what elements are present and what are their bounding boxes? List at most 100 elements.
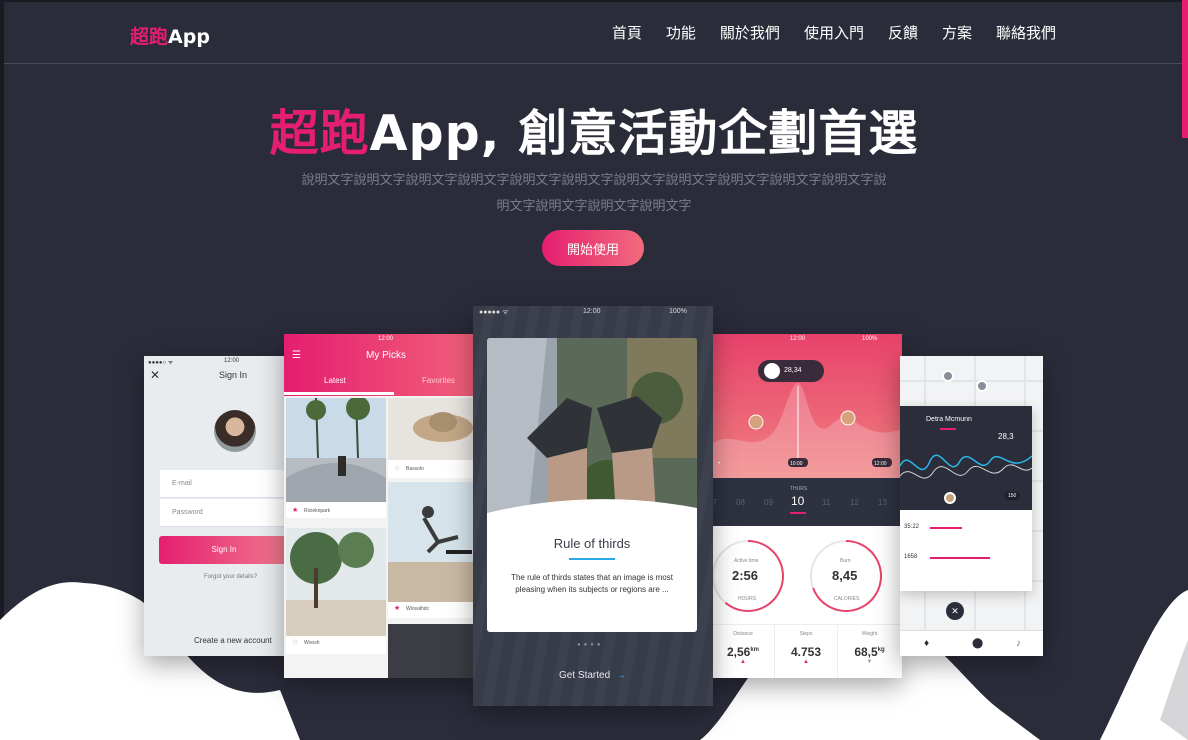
battery-level: 100%: [669, 308, 687, 315]
signin-button[interactable]: Sign In: [159, 536, 286, 564]
star-icon[interactable]: ★: [394, 604, 400, 612]
tab-favorites[interactable]: Favorites: [422, 376, 455, 385]
phone-signin-screen: ●●●●○ ᯤ 12:00 ✕ Sign In E-mail Password …: [144, 356, 286, 656]
forgot-link[interactable]: Forgot your details?: [204, 574, 257, 580]
bell-icon[interactable]: ♪: [1016, 638, 1021, 649]
star-icon[interactable]: ☆: [394, 464, 400, 472]
hero-title: 超跑App, 創意活動企劃首選: [0, 94, 1188, 165]
password-field[interactable]: Password: [160, 499, 286, 527]
runner-avatar: [944, 492, 956, 504]
summary-bar: Distance 2,56km ▲ Steps 4.753 ▲ Weight 6…: [712, 624, 902, 678]
brand-accent: 超跑: [130, 26, 169, 48]
distance-stat: Distance 2,56km ▲: [712, 625, 775, 678]
time-label: 10:00: [790, 461, 803, 467]
star-icon[interactable]: ☆: [292, 638, 298, 646]
pick-card[interactable]: ★ Wicealhdc: [388, 482, 476, 618]
star-icon[interactable]: ★: [292, 506, 298, 514]
palm-beach-image: [286, 528, 386, 636]
skatepark-image: [286, 398, 386, 502]
signal-icon: ●●●●● ᯤ: [479, 309, 509, 316]
brand-logo[interactable]: 超跑App: [130, 22, 210, 49]
day-item[interactable]: 13: [878, 498, 887, 507]
stat-label: Weight: [861, 631, 878, 637]
split-time: 35:22: [904, 524, 920, 530]
phone-picks-screen: 12:00 ☰ My Picks Latest Favorites ★ Rici…: [284, 334, 476, 678]
create-account-link[interactable]: Create a new account: [194, 636, 272, 645]
day-label: THURS: [790, 486, 808, 492]
runner-tag: 150: [1004, 492, 1021, 500]
pick-card[interactable]: [388, 624, 476, 678]
picks-header: 12:00 ☰ My Picks Latest Favorites: [284, 334, 476, 396]
stat-value: 4.753: [790, 645, 822, 659]
get-started-link[interactable]: Get Started →: [559, 670, 626, 681]
day-item-active[interactable]: 10: [791, 494, 804, 508]
day-item[interactable]: 09: [764, 498, 773, 507]
menu-icon[interactable]: ☰: [292, 350, 301, 361]
day-item[interactable]: 11: [822, 498, 830, 507]
nav-contact[interactable]: 聯絡我們: [996, 22, 1056, 43]
gauge-value: 8,45: [832, 568, 858, 583]
hat-image: [388, 398, 476, 460]
nav-feedback[interactable]: 反饋: [888, 22, 918, 43]
day-indicator: [790, 512, 806, 514]
pick-label: Woosh: [304, 640, 320, 646]
gauge-unit: CALORIES: [834, 596, 860, 602]
map-avatar[interactable]: [942, 370, 954, 382]
nav-features[interactable]: 功能: [666, 22, 696, 43]
gauge-label: Active time: [734, 558, 759, 564]
runner-chart: Detra Mcmunn 28,3 150: [900, 406, 1032, 510]
day-item[interactable]: 08: [736, 498, 745, 507]
stat-value: 2,56km: [726, 645, 760, 659]
triangle-icon: ▼: [866, 659, 873, 665]
nav-links: 首頁 功能 關於我們 使用入門 反饋 方案 聯絡我們: [612, 22, 1056, 43]
card-text: The rule of thirds states that an image …: [511, 573, 673, 594]
steps-stat: Steps 4.753 ▲: [775, 625, 838, 678]
sneakers-photo: [487, 338, 697, 530]
pick-card[interactable]: ☆ Woosh: [286, 528, 386, 654]
email-field[interactable]: E-mail: [160, 470, 286, 498]
navbar: 超跑App 首頁 功能 關於我們 使用入門 反饋 方案 聯絡我們: [4, 2, 1182, 64]
nav-home[interactable]: 首頁: [612, 22, 642, 43]
pick-label: Wicealhdc: [406, 606, 430, 612]
shoe-icon: [764, 363, 780, 379]
day-selector: THURS 07 08 09 10 11 12 13: [712, 478, 902, 526]
hero-title-rest: App, 創意活動企劃首選: [369, 105, 919, 162]
stats-panel: Active time 2:56 HOURS Burn 8,45 CALORIE…: [712, 526, 902, 626]
skateboarder-image: [388, 482, 476, 602]
pick-card[interactable]: ★ Ricieknpark: [286, 398, 386, 518]
close-icon[interactable]: ✕: [946, 602, 964, 620]
arrow-right-icon: →: [616, 670, 627, 681]
map-avatar[interactable]: [976, 380, 988, 392]
flame-icon[interactable]: ♦: [924, 638, 929, 649]
status-time: 12:00: [583, 308, 601, 315]
close-icon[interactable]: ✕: [150, 368, 160, 382]
split-time: 1658: [904, 554, 918, 560]
get-started-label: Get Started: [559, 670, 611, 681]
nav-about[interactable]: 關於我們: [720, 22, 780, 43]
stat-value: 68,5kg: [854, 645, 885, 659]
title-underline: [569, 558, 615, 560]
map-pin-icon[interactable]: ⬤: [972, 638, 983, 649]
pick-label: Ricieknpark: [304, 508, 331, 514]
get-started-button[interactable]: 開始使用: [542, 230, 644, 266]
nav-plans[interactable]: 方案: [942, 22, 972, 43]
pick-card[interactable]: ☆ Bassolo: [388, 398, 476, 478]
nav-getting-started[interactable]: 使用入門: [804, 22, 864, 43]
stat-label: Steps: [799, 631, 813, 637]
phone-fitness-screen: 12:00 100% • 28,34 10:00 12:00 THURS 07 …: [712, 334, 902, 678]
triangle-icon: ▲: [803, 659, 809, 665]
activity-wave: •: [712, 382, 902, 478]
tab-indicator: [284, 392, 394, 395]
page-indicator[interactable]: ●●●●: [577, 642, 604, 648]
svg-text:•: •: [718, 461, 720, 467]
day-item[interactable]: 12: [850, 498, 859, 507]
stat-label: Distance: [733, 631, 753, 637]
signal-icon: ●●●●○ ᯤ: [148, 360, 174, 366]
hero-description: 說明文字說明文字說明文字說明文字說明文字說明文字說明文字說明文字說明文字說明文字…: [301, 173, 887, 214]
brand-name: App: [168, 26, 210, 48]
avatar: [214, 410, 256, 452]
status-time: 12:00: [224, 358, 240, 364]
triangle-icon: ▲: [740, 659, 746, 665]
tab-latest[interactable]: Latest: [324, 376, 346, 385]
gauge-unit: HOURS: [738, 596, 757, 602]
